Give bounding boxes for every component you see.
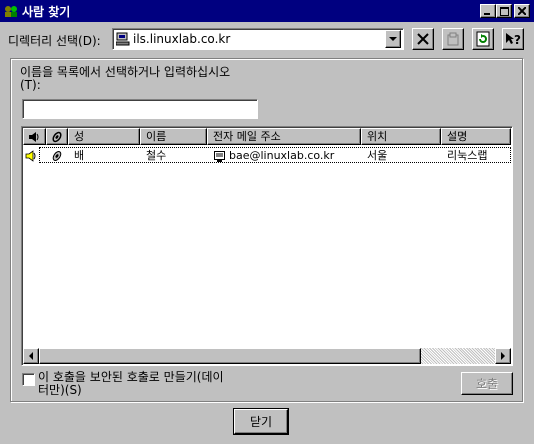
- list-header: 성 이름 전자 메일 주소 위치 설명: [23, 128, 511, 145]
- properties-icon: [447, 32, 459, 46]
- delete-button[interactable]: [412, 28, 434, 50]
- table-row[interactable]: 배 철수 bae@linuxlab.co.kr 서울 리눅스랩: [23, 146, 511, 165]
- help-button[interactable]: ?: [502, 28, 524, 50]
- header-first-name[interactable]: 이름: [140, 128, 207, 145]
- directory-dropdown-button[interactable]: [385, 30, 401, 48]
- cell-last-name: 배: [74, 149, 85, 162]
- security-icon: [52, 131, 62, 143]
- help-icon: ?: [506, 33, 521, 46]
- call-button[interactable]: 호출: [461, 372, 513, 395]
- maximize-icon: [499, 6, 509, 16]
- directory-label: 디렉터리 선택(D):: [8, 34, 101, 48]
- secure-call-checkbox[interactable]: [22, 373, 35, 386]
- email-icon: [214, 151, 225, 162]
- cell-location: 서울: [367, 149, 388, 162]
- scroll-thumb[interactable]: [39, 348, 421, 364]
- results-list[interactable]: 성 이름 전자 메일 주소 위치 설명 배 철수 bae@linuxlab.co…: [21, 126, 513, 366]
- delete-x-icon: [417, 33, 429, 45]
- header-description[interactable]: 설명: [441, 128, 511, 145]
- minimize-button[interactable]: [480, 4, 496, 18]
- header-location[interactable]: 위치: [361, 128, 441, 145]
- cell-email: bae@linuxlab.co.kr: [229, 149, 335, 162]
- refresh-button[interactable]: [472, 28, 494, 50]
- minimize-icon: [484, 13, 490, 15]
- search-label: 이름을 목록에서 선택하거나 입력하십시오 (T):: [20, 65, 231, 92]
- directory-select[interactable]: ils.linuxlab.co.kr: [112, 28, 404, 50]
- speaker-icon: [25, 150, 36, 162]
- svg-text:?: ?: [514, 33, 521, 46]
- find-people-icon: [5, 6, 17, 17]
- maximize-button[interactable]: [496, 4, 512, 18]
- window-title: 사람 찾기: [22, 5, 71, 19]
- header-audio-column[interactable]: [23, 128, 46, 145]
- refresh-icon: [476, 31, 490, 47]
- close-icon: [518, 7, 526, 15]
- title-bar: 사람 찾기: [0, 0, 534, 22]
- close-button[interactable]: 닫기: [234, 409, 288, 434]
- header-security-column[interactable]: [46, 128, 68, 145]
- properties-button[interactable]: [442, 28, 464, 50]
- close-window-button[interactable]: [514, 4, 530, 18]
- directory-value: ils.linuxlab.co.kr: [133, 32, 231, 46]
- arrow-right-icon: [500, 352, 505, 360]
- header-email[interactable]: 전자 메일 주소: [207, 128, 361, 145]
- speaker-icon: [29, 132, 39, 142]
- arrow-left-icon: [28, 352, 33, 360]
- cell-first-name: 철수: [146, 149, 167, 162]
- search-input[interactable]: [22, 99, 258, 119]
- secure-call-label: 이 호출을 보안된 호출로 만들기(데이 터만)(S): [38, 370, 224, 397]
- header-last-name[interactable]: 성: [68, 128, 140, 145]
- cell-description: 리눅스랩: [447, 149, 488, 162]
- security-icon: [52, 151, 62, 161]
- scroll-left-button[interactable]: [23, 348, 39, 364]
- scroll-right-button[interactable]: [495, 348, 511, 364]
- chevron-down-icon: [389, 36, 397, 41]
- horizontal-scrollbar[interactable]: [23, 348, 511, 364]
- directory-server-icon: [116, 32, 130, 46]
